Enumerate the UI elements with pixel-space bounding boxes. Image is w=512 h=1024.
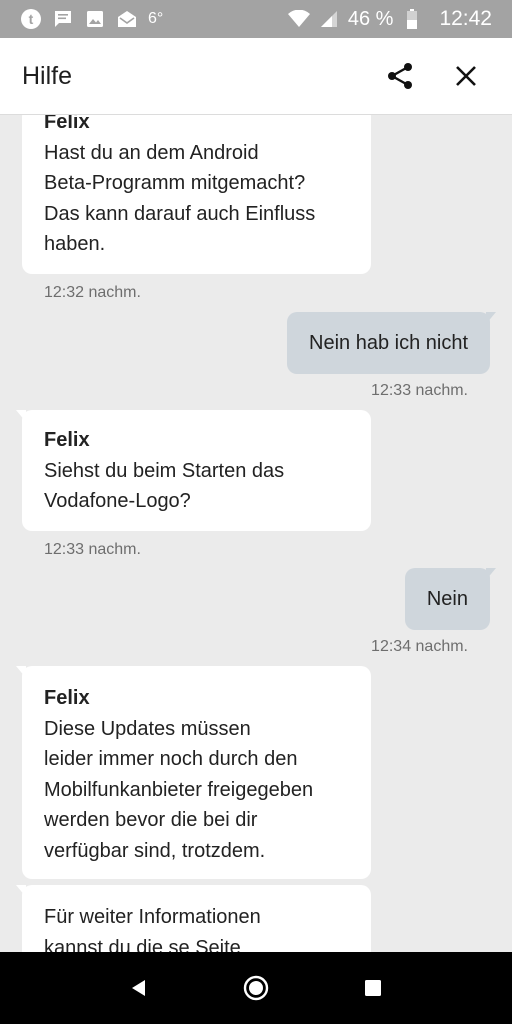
status-bar: t 6° 46 % 12:42 — [0, 0, 512, 38]
message-bubble: Für weiter Informationen kannst du die s… — [16, 885, 371, 953]
mail-icon — [116, 9, 138, 29]
message-bubble: Felix Siehst du beim Starten das Vodafon… — [16, 410, 371, 531]
message-bubble: Felix Diese Updates müssen leider immer … — [16, 666, 371, 879]
message-line: kannst du die se Seite — [44, 936, 241, 953]
home-button[interactable] — [232, 964, 280, 1012]
message-bubble: Felix Hast du an dem Android Beta-Progra… — [16, 115, 371, 274]
message-timestamp: 12:34 nachm. — [371, 638, 468, 655]
message-line: haben. — [44, 233, 106, 255]
message-timestamp: 12:32 nachm. — [44, 284, 141, 301]
message-line: Diese Updates müssen — [44, 717, 251, 740]
message-line: Hast du an dem Android — [44, 141, 259, 164]
message-line: Vodafone-Logo? — [44, 490, 191, 512]
close-icon — [456, 66, 476, 86]
back-icon — [131, 980, 145, 996]
message-timestamp: 12:33 nachm. — [44, 541, 141, 558]
message-sender: Felix — [44, 115, 90, 133]
message-text: Nein — [426, 588, 468, 610]
home-icon — [243, 975, 269, 1001]
navigation-bar — [0, 952, 512, 1024]
message-sender: Felix — [44, 687, 90, 709]
message-line: Mobilfunkanbieter freigegeben — [44, 778, 314, 801]
recents-button[interactable] — [349, 964, 397, 1012]
message-bubble-outgoing: Nein hab ich nicht — [287, 312, 496, 374]
share-icon — [388, 63, 412, 89]
notification-icons: t 6° — [20, 9, 288, 29]
temperature-label: 6° — [148, 10, 164, 27]
message-sender: Felix — [44, 429, 90, 451]
message-line: werden bevor die bei dir — [44, 809, 258, 831]
tumblr-icon: t — [20, 9, 42, 29]
message-bubble-outgoing: Nein — [404, 568, 497, 630]
image-icon — [84, 9, 106, 29]
message-line: Siehst du beim Starten das — [44, 459, 285, 482]
message-text: Nein hab ich nicht — [309, 332, 468, 354]
message-icon — [52, 9, 74, 29]
message-line: Beta-Programm mitgemacht? — [44, 172, 306, 194]
message-line: leider immer noch durch den — [44, 748, 298, 770]
chat-thread[interactable]: Felix Hast du an dem Android Beta-Progra… — [0, 115, 512, 952]
wifi-icon — [287, 9, 310, 29]
app-header: Hilfe — [0, 38, 512, 115]
battery-percent: 46 % — [347, 7, 394, 30]
close-button[interactable] — [442, 52, 490, 100]
page-title: Hilfe — [22, 61, 73, 90]
battery-icon — [401, 9, 423, 29]
share-button[interactable] — [376, 52, 424, 100]
message-line: Für weiter Informationen — [44, 906, 261, 928]
message-timestamp: 12:33 nachm. — [371, 382, 468, 399]
recents-icon — [365, 980, 382, 996]
svg-text:t: t — [29, 11, 34, 27]
message-line: Das kann darauf auch Einfluss — [44, 202, 316, 225]
system-status: 46 % 12:42 — [287, 7, 492, 31]
back-button[interactable] — [115, 964, 163, 1012]
message-line: verfügbar sind, trotzdem. — [44, 839, 266, 862]
signal-icon — [318, 9, 340, 29]
status-clock: 12:42 — [439, 7, 492, 30]
